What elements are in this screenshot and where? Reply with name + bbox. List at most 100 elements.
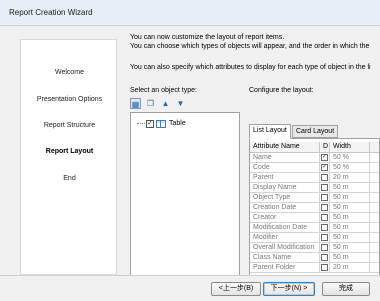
tree-item-label: Table (169, 120, 186, 127)
displayed-cell: ✓ (320, 153, 330, 163)
table-row[interactable]: Display Name 50 m (250, 183, 379, 193)
move-up-icon[interactable]: ▲ (160, 98, 171, 109)
attribute-name-cell: Code (250, 163, 320, 173)
copy-icon[interactable]: ❐ (145, 98, 156, 109)
width-cell[interactable]: 50 m (330, 243, 370, 253)
displayed-checkbox[interactable]: ✓ (321, 154, 328, 161)
displayed-checkbox[interactable] (321, 264, 328, 271)
table-row[interactable]: Class Name 50 m (250, 253, 379, 263)
header-displayed[interactable]: D (320, 142, 330, 153)
displayed-checkbox[interactable] (321, 224, 328, 231)
displayed-cell (320, 203, 330, 213)
table-row[interactable]: Object Type 50 m (250, 193, 379, 203)
attribute-name-cell: Parent Folder (250, 263, 320, 273)
intro-line-3: You can also specify which attributes to… (130, 64, 371, 71)
extra-cell (370, 203, 379, 213)
step-end[interactable]: End (21, 175, 118, 182)
attribute-name-cell: Name (250, 153, 320, 163)
extra-cell (370, 243, 379, 253)
table-row[interactable]: Modifier 50 m (250, 233, 379, 243)
attribute-name-cell: Modification Date (250, 223, 320, 233)
table-row[interactable]: Creation Date 50 m (250, 203, 379, 213)
displayed-checkbox[interactable] (321, 174, 328, 181)
extra-cell (370, 193, 379, 203)
finish-button[interactable]: 完成 (322, 282, 370, 296)
step-report-layout[interactable]: Report Layout (21, 148, 118, 155)
attribute-name-cell: Creator (250, 213, 320, 223)
displayed-checkbox[interactable] (321, 214, 328, 221)
header-width[interactable]: Width (330, 142, 370, 153)
width-cell[interactable]: 50 m (330, 253, 370, 263)
extra-cell (370, 263, 379, 273)
displayed-checkbox[interactable] (321, 194, 328, 201)
extra-cell (370, 173, 379, 183)
select-all-icon[interactable]: ▦ (130, 98, 141, 109)
width-cell[interactable]: 50 m (330, 233, 370, 243)
displayed-cell (320, 213, 330, 223)
table-row[interactable]: Overall Modification 50 m (250, 243, 379, 253)
tab-card-layout[interactable]: Card Layout (292, 125, 339, 138)
table-row[interactable]: Parent 20 m (250, 173, 379, 183)
width-cell[interactable]: 50 m (330, 193, 370, 203)
step-presentation-options[interactable]: Presentation Options (21, 96, 118, 103)
table-row[interactable]: Modification Date 50 m (250, 223, 379, 233)
extra-cell (370, 223, 379, 233)
object-type-label: Select an object type: (130, 87, 197, 94)
attribute-name-cell: Parent (250, 173, 320, 183)
move-down-icon[interactable]: ▼ (175, 98, 186, 109)
tab-list-layout[interactable]: List Layout (249, 124, 291, 139)
extra-cell (370, 233, 379, 243)
displayed-checkbox[interactable] (321, 184, 328, 191)
title-bar: Report Creation Wizard (0, 0, 380, 26)
header-attribute-name[interactable]: Attribute Name (250, 142, 320, 153)
extra-cell (370, 213, 379, 223)
displayed-cell (320, 253, 330, 263)
displayed-cell (320, 263, 330, 273)
step-welcome[interactable]: Welcome (21, 69, 118, 76)
object-type-tree: ✓ Table (130, 112, 240, 287)
attribute-name-cell: Creation Date (250, 203, 320, 213)
width-cell[interactable]: 50 m (330, 203, 370, 213)
extra-cell (370, 253, 379, 263)
back-button[interactable]: <上一步(B) (211, 282, 261, 296)
extra-cell (370, 183, 379, 193)
intro-text: You can now customize the layout of repo… (130, 33, 380, 51)
table-icon (156, 119, 166, 128)
attribute-name-cell: Overall Modification (250, 243, 320, 253)
displayed-checkbox[interactable] (321, 234, 328, 241)
extra-cell (370, 153, 379, 163)
table-row[interactable]: Parent Folder 20 m (250, 263, 379, 273)
width-cell[interactable]: 20 m (330, 173, 370, 183)
header-extra (370, 142, 379, 153)
displayed-cell (320, 223, 330, 233)
table-row[interactable]: Code ✓ 50 % (250, 163, 379, 173)
table-row[interactable]: Creator 50 m (250, 213, 379, 223)
displayed-checkbox[interactable]: ✓ (321, 164, 328, 171)
intro-line-1: You can now customize the layout of repo… (130, 34, 285, 41)
wizard-footer: <上一步(B) 下一步(N) > 完成 (0, 275, 380, 301)
step-report-structure[interactable]: Report Structure (21, 122, 118, 129)
attribute-name-cell: Display Name (250, 183, 320, 193)
width-cell[interactable]: 50 m (330, 213, 370, 223)
grid-body: Name ✓ 50 % Code ✓ 50 % Parent 20 m Display Name… (250, 153, 379, 273)
displayed-cell (320, 243, 330, 253)
grid-header: Attribute Name D Width (250, 142, 379, 153)
displayed-checkbox[interactable] (321, 254, 328, 261)
displayed-checkbox[interactable] (321, 244, 328, 251)
intro-line-2: You can choose which types of objects wi… (130, 43, 370, 50)
width-cell[interactable]: 20 m (330, 263, 370, 273)
wizard-steps-sidebar: Welcome Presentation Options Report Stru… (20, 39, 117, 275)
width-cell[interactable]: 50 % (330, 153, 370, 163)
attribute-name-cell: Class Name (250, 253, 320, 263)
attribute-name-cell: Object Type (250, 193, 320, 203)
displayed-checkbox[interactable] (321, 204, 328, 211)
table-checkbox[interactable]: ✓ (146, 119, 154, 128)
tree-item-table[interactable]: ✓ Table (137, 118, 186, 129)
table-row[interactable]: Name ✓ 50 % (250, 153, 379, 163)
next-button[interactable]: 下一步(N) > (263, 282, 315, 296)
width-cell[interactable]: 50 m (330, 223, 370, 233)
configure-layout-label: Configure the layout: (249, 87, 314, 94)
displayed-cell: ✓ (320, 163, 330, 173)
width-cell[interactable]: 50 % (330, 163, 370, 173)
width-cell[interactable]: 50 m (330, 183, 370, 193)
